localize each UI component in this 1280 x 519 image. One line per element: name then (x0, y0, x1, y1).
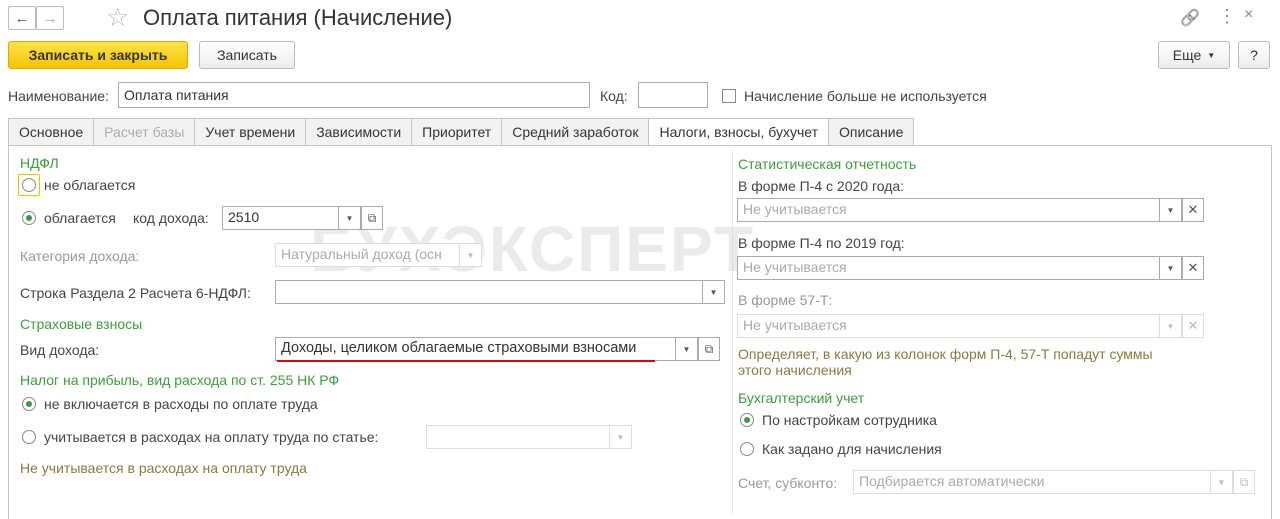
column-divider (732, 150, 733, 515)
insurance-section-title: Страховые взносы (20, 316, 143, 332)
as-set-label: Как задано для начисления (762, 441, 942, 457)
f57t-dropdown: ▼ (1160, 314, 1182, 338)
tab-average-earnings[interactable]: Средний заработок (501, 118, 650, 146)
not-included-radio[interactable] (22, 397, 36, 411)
tab-description[interactable]: Описание (827, 118, 915, 146)
f57t-clear-icon: ✕ (1182, 314, 1204, 338)
account-open-icon: ⧉ (1233, 470, 1255, 494)
p4-2019-dropdown[interactable]: ▼ (1160, 256, 1182, 280)
p4-2020-dropdown[interactable]: ▼ (1160, 198, 1182, 222)
article-field (426, 425, 610, 449)
p4-2020-clear-icon[interactable]: ✕ (1182, 198, 1204, 222)
name-label: Наименование: (8, 88, 109, 104)
line-6ndfl-dropdown[interactable]: ▼ (703, 280, 725, 304)
chevron-down-icon: ▼ (1217, 477, 1226, 487)
code-label: Код: (600, 88, 628, 104)
chevron-down-icon: ▼ (1166, 205, 1175, 215)
line-6ndfl-label: Строка Раздела 2 Расчета 6-НДФЛ: (20, 285, 251, 301)
by-employee-label: По настройкам сотрудника (762, 412, 937, 428)
acct-section-title: Бухгалтерский учет (738, 390, 865, 406)
ndfl-section-title: НДФЛ (20, 155, 59, 171)
link-icon[interactable]: 🔗 (1180, 8, 1200, 28)
tab-bar: Основное Расчет базы Учет времени Зависи… (8, 118, 915, 146)
chevron-down-icon: ▼ (466, 250, 475, 260)
ndfl-not-taxed-radio[interactable] (22, 178, 36, 192)
income-type-label: Вид дохода: (20, 342, 100, 358)
unused-label: Начисление больше не используется (744, 88, 987, 104)
chevron-down-icon: ▼ (1166, 263, 1175, 273)
help-button[interactable]: ? (1238, 41, 1270, 69)
forward-button[interactable]: → (36, 6, 64, 30)
income-code-label: код дохода: (133, 210, 209, 226)
f57t-label: В форме 57-Т: (738, 292, 833, 308)
income-code-field[interactable]: 2510 (222, 206, 339, 230)
income-category-label: Категория дохода: (20, 248, 140, 264)
back-button[interactable]: ← (8, 6, 36, 30)
p4-2020-field[interactable]: Не учитывается (737, 198, 1160, 222)
page-title: Оплата питания (Начисление) (143, 5, 453, 30)
tab-main[interactable]: Основное (8, 118, 95, 146)
more-vertical-icon[interactable]: ⋮ (1218, 6, 1236, 27)
name-field[interactable]: Оплата питания (118, 82, 590, 108)
arrow-left-icon: ← (14, 9, 30, 27)
stat-note-line2: этого начисления (738, 362, 852, 378)
income-category-dropdown: ▼ (460, 243, 482, 267)
income-type-dropdown[interactable]: ▼ (676, 337, 698, 361)
chevron-down-icon: ▼ (1207, 50, 1216, 60)
open-icon[interactable]: ⧉ (361, 206, 383, 230)
tab-base-calc[interactable]: Расчет базы (93, 118, 196, 146)
close-icon[interactable]: × (1244, 6, 1253, 24)
chevron-down-icon: ▼ (616, 432, 625, 442)
tab-priority[interactable]: Приоритет (411, 118, 503, 146)
as-set-radio[interactable] (740, 442, 754, 456)
ndfl-taxed-label: облагается (44, 210, 116, 226)
p4-2020-label: В форме П-4 с 2020 года: (738, 178, 905, 194)
tab-dependencies[interactable]: Зависимости (305, 118, 413, 146)
more-label: Еще (1172, 47, 1202, 63)
line-6ndfl-field[interactable] (275, 280, 703, 304)
more-actions-button[interactable]: Еще ▼ (1158, 41, 1230, 69)
income-type-field[interactable]: Доходы, целиком облагаемые страховыми вз… (275, 337, 676, 361)
ndfl-taxed-radio[interactable] (22, 211, 36, 225)
not-included-label: не включается в расходы по оплате труда (44, 396, 318, 412)
tab-taxes[interactable]: Налоги, взносы, бухучет (648, 118, 829, 146)
profit-tax-section-title: Налог на прибыль, вид расхода по ст. 255… (20, 372, 340, 388)
chevron-down-icon: ▼ (1166, 321, 1175, 331)
ndfl-not-taxed-label: не облагается (44, 177, 136, 193)
red-underline (277, 360, 655, 362)
save-button[interactable]: Записать (199, 41, 295, 69)
unused-checkbox[interactable] (722, 89, 736, 103)
f57t-field: Не учитывается (737, 314, 1160, 338)
account-dropdown: ▼ (1211, 470, 1233, 494)
by-employee-radio[interactable] (740, 413, 754, 427)
code-field[interactable] (638, 82, 708, 108)
save-and-close-button[interactable]: Записать и закрыть (8, 41, 188, 69)
stat-section-title: Статистическая отчетность (738, 156, 917, 172)
p4-2019-clear-icon[interactable]: ✕ (1182, 256, 1204, 280)
article-dropdown: ▼ (610, 425, 632, 449)
arrow-right-icon: → (42, 9, 58, 27)
account-field: Подбирается автоматически (853, 470, 1211, 494)
open-icon[interactable]: ⧉ (698, 337, 720, 361)
chevron-down-icon: ▼ (682, 344, 691, 354)
income-code-dropdown[interactable]: ▼ (339, 206, 361, 230)
chevron-down-icon: ▼ (709, 287, 718, 297)
star-icon[interactable]: ☆ (106, 2, 129, 33)
p4-2019-field[interactable]: Не учитывается (737, 256, 1160, 280)
profit-tax-note: Не учитывается в расходах на оплату труд… (20, 460, 307, 476)
included-article-radio[interactable] (22, 430, 36, 444)
income-category-field: Натуральный доход (осн (275, 243, 460, 267)
p4-2019-label: В форме П-4 по 2019 год: (738, 235, 905, 251)
account-label: Счет, субконто: (738, 475, 838, 491)
included-article-label: учитывается в расходах на оплату труда п… (44, 429, 379, 445)
tab-time-accounting[interactable]: Учет времени (194, 118, 307, 146)
stat-note-line1: Определяет, в какую из колонок форм П-4,… (738, 346, 1153, 362)
chevron-down-icon: ▼ (345, 213, 354, 223)
